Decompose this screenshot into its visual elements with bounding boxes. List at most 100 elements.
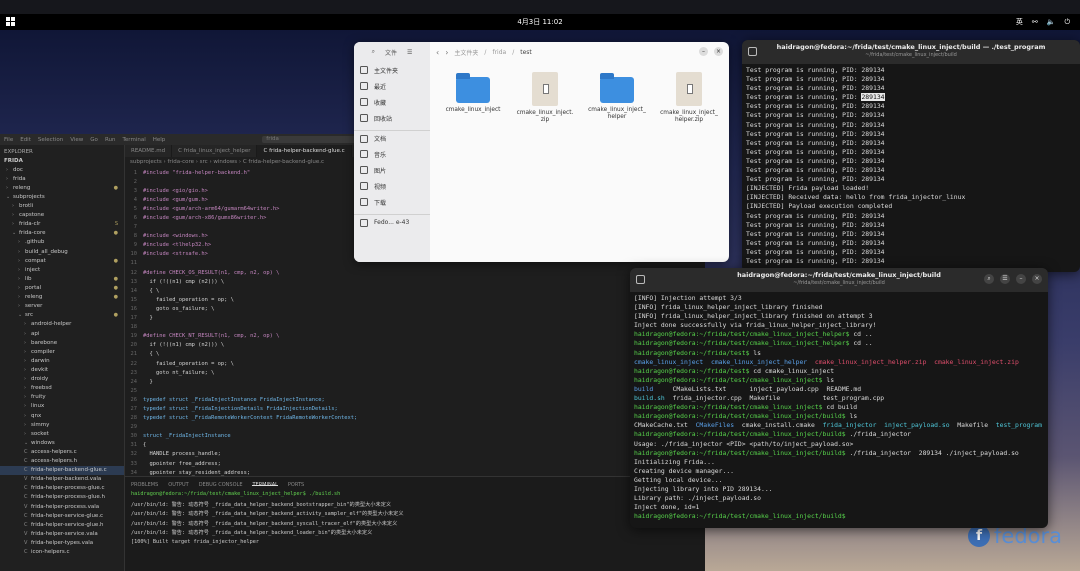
tree-item[interactable]: › freebsd: [0, 384, 124, 393]
editor-tab[interactable]: README.md: [125, 145, 173, 157]
path-segment[interactable]: 主文件夹: [454, 48, 478, 57]
file-item[interactable]: cmake_linux_inject_helper.zip: [660, 72, 718, 125]
power-icon[interactable]: ⏻: [1064, 18, 1070, 27]
tree-item[interactable]: ⌄ frida-core ●: [0, 229, 124, 238]
tree-item[interactable]: › frida-clr S: [0, 220, 124, 229]
tree-item[interactable]: › build_all_debug: [0, 247, 124, 256]
search-icon[interactable]: ⌕: [372, 48, 375, 56]
files-nav-item[interactable]: 图片: [354, 162, 430, 178]
files-nav-item[interactable]: 回收站: [354, 110, 430, 126]
breadcrumb[interactable]: subprojects › frida-core › src › windows…: [130, 159, 324, 165]
tree-item[interactable]: ⌄ src ●: [0, 311, 124, 320]
files-nav-item[interactable]: 下载: [354, 194, 430, 210]
network-icon[interactable]: ⚯: [1032, 18, 1038, 26]
tree-item[interactable]: › compat ●: [0, 256, 124, 265]
minimize-icon[interactable]: –: [699, 47, 708, 56]
clock[interactable]: 4月3日 11:02: [517, 17, 562, 27]
files-nav-item[interactable]: 最近: [354, 78, 430, 94]
panel-tab[interactable]: DEBUG CONSOLE: [199, 482, 243, 488]
menu-item[interactable]: Terminal: [122, 137, 145, 143]
tree-item[interactable]: Cicon-helpers.c: [0, 548, 124, 557]
tree-item[interactable]: › api: [0, 329, 124, 338]
path-segment[interactable]: test: [520, 49, 532, 56]
tree-item[interactable]: › qnx: [0, 411, 124, 420]
panel-tab[interactable]: OUTPUT: [168, 482, 188, 488]
files-nav-item[interactable]: 音乐: [354, 146, 430, 162]
back-icon[interactable]: ‹: [436, 48, 439, 57]
tree-item[interactable]: Cfrida-helper-process-glue.h: [0, 493, 124, 502]
explorer-root[interactable]: FRIDA: [0, 157, 124, 165]
tree-item[interactable]: › darwin: [0, 356, 124, 365]
tree-item[interactable]: › server: [0, 302, 124, 311]
terminal-output[interactable]: [INFO] Injection attempt 3/3 [INFO] frida…: [630, 292, 1048, 521]
tree-item[interactable]: › brotli: [0, 201, 124, 210]
file-item[interactable]: cmake_linux_inject_helper: [588, 72, 646, 125]
tree-item[interactable]: › .github: [0, 238, 124, 247]
tree-item[interactable]: Vfrida-helper-service.vala: [0, 529, 124, 538]
tree-item[interactable]: Cfrida-helper-service-glue.h: [0, 520, 124, 529]
files-nav-item[interactable]: 收藏: [354, 94, 430, 110]
tree-item[interactable]: › barebone: [0, 338, 124, 347]
panel-tab[interactable]: PROBLEMS: [131, 482, 158, 488]
tree-item[interactable]: › releng ●: [0, 293, 124, 302]
tree-item[interactable]: › compiler: [0, 347, 124, 356]
tree-item[interactable]: Cfrida-helper-process-glue.c: [0, 484, 124, 493]
integrated-terminal[interactable]: haidragon@fedora:~/frida/test/cmake_linu…: [125, 491, 705, 549]
path-segment[interactable]: frida: [492, 49, 506, 56]
activities-icon[interactable]: [6, 17, 16, 26]
tree-item[interactable]: › devkit: [0, 365, 124, 374]
tree-item[interactable]: › fruity: [0, 393, 124, 402]
close-icon[interactable]: ×: [714, 47, 723, 56]
file-item[interactable]: cmake_linux_inject: [444, 72, 502, 125]
tree-item[interactable]: Vfrida-helper-types.vala: [0, 538, 124, 547]
tree-item[interactable]: › doc: [0, 165, 124, 174]
tree-item[interactable]: Cfrida-helper-service-glue.c: [0, 511, 124, 520]
tree-item[interactable]: › droidy: [0, 375, 124, 384]
tree-item[interactable]: Caccess-helpers.c: [0, 447, 124, 456]
menu-item[interactable]: Edit: [20, 137, 31, 143]
tree-item[interactable]: ⌄ windows: [0, 438, 124, 447]
file-item[interactable]: cmake_linux_inject.zip: [516, 72, 574, 125]
tree-item[interactable]: Cfrida-helper-backend-glue.c: [0, 465, 124, 475]
tree-item[interactable]: › android-helper: [0, 320, 124, 329]
system-tray[interactable]: 英 ⚯ 🔈 ⏻: [1016, 17, 1070, 27]
tree-item[interactable]: › linux: [0, 402, 124, 411]
menu-item[interactable]: Help: [153, 137, 166, 143]
files-nav-item[interactable]: 主文件夹: [354, 62, 430, 78]
forward-icon[interactable]: ›: [445, 48, 448, 57]
files-nav-item[interactable]: Fedo... e-43: [354, 214, 430, 230]
tree-item[interactable]: Caccess-helpers.h: [0, 457, 124, 466]
shell-prompt: haidragon@fedora:~/frida/test/cmake_linu…: [634, 339, 850, 348]
tree-item[interactable]: Vfrida-helper-backend.vala: [0, 475, 124, 484]
menu-item[interactable]: Go: [90, 137, 98, 143]
tree-item[interactable]: › frida: [0, 174, 124, 183]
menu-item[interactable]: Run: [105, 137, 116, 143]
menu-icon[interactable]: ☰: [407, 49, 412, 56]
input-method-indicator[interactable]: 英: [1016, 17, 1023, 27]
volume-icon[interactable]: 🔈: [1047, 18, 1056, 26]
editor-tab[interactable]: C frida-helper-backend-glue.c: [257, 145, 352, 157]
search-icon[interactable]: ⌕: [984, 274, 994, 284]
editor-tab[interactable]: C frida_linux_inject_helper: [172, 145, 258, 157]
terminal-output[interactable]: Test program is running, PID: 289134 Test…: [742, 64, 1080, 266]
tree-item[interactable]: › socket: [0, 429, 124, 438]
minimize-icon[interactable]: –: [1016, 274, 1026, 284]
menu-item[interactable]: File: [4, 137, 13, 143]
tree-item[interactable]: › releng ●: [0, 183, 124, 192]
tree-item[interactable]: › portal ●: [0, 283, 124, 292]
tree-item[interactable]: › lib ●: [0, 274, 124, 283]
tree-item[interactable]: Vfrida-helper-process.vala: [0, 502, 124, 511]
panel-tab[interactable]: PORTS: [288, 482, 304, 488]
close-icon[interactable]: ×: [1032, 274, 1042, 284]
menu-icon[interactable]: ☰: [1000, 274, 1010, 284]
files-nav-item[interactable]: 视频: [354, 178, 430, 194]
panel-tab[interactable]: TERMINAL: [252, 482, 278, 488]
tree-item[interactable]: › simmy: [0, 420, 124, 429]
tree-item[interactable]: ⌄ subprojects: [0, 192, 124, 201]
files-nav-label: 收藏: [374, 99, 387, 107]
menu-item[interactable]: View: [70, 137, 83, 143]
tree-item[interactable]: › capstone: [0, 211, 124, 220]
tree-item[interactable]: › inject: [0, 265, 124, 274]
menu-item[interactable]: Selection: [38, 137, 63, 143]
files-nav-item[interactable]: 文档: [354, 130, 430, 146]
